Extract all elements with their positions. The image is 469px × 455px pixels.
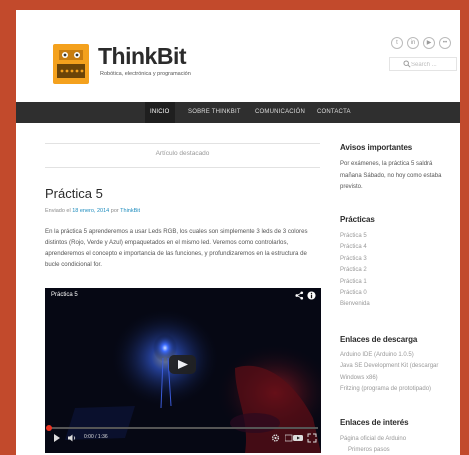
robot-logo-icon[interactable] [49,42,93,86]
play-button[interactable] [169,355,196,374]
twitter-icon[interactable]: t [391,37,403,49]
flickr-icon[interactable]: •• [439,37,451,49]
video-title[interactable]: Práctica 5 [51,292,78,298]
linkedin-icon[interactable]: in [407,37,419,49]
share-icon[interactable] [295,291,304,300]
search-input[interactable] [411,59,455,70]
settings-gear-icon[interactable] [271,433,280,443]
fullscreen-icon[interactable] [307,433,317,443]
progress-scrubber[interactable] [46,425,52,431]
youtube-logo-icon[interactable] [285,433,303,443]
search-icon[interactable] [403,60,411,68]
sidebar-item-practica-4[interactable]: Práctica 4 [340,242,370,253]
main-nav: INICIO SOBRE THINKBIT COMUNICACIÓN CONTA… [16,102,460,123]
video-time: 0:00 / 1:36 [84,434,108,440]
practicas-list: Práctica 5 Práctica 4 Práctica 3 Práctic… [340,231,370,311]
downloads-list: Arduino IDE (Arduino 1.0.5) Java SE Deve… [340,350,452,396]
site-header: ThinkBit Robótica, electrónica y program… [16,10,460,102]
post-meta-prefix: Enviado el [45,208,71,214]
sidebar-item-fritzing[interactable]: Fritzing (programa de prototipado) [340,384,452,395]
sidebar-item-practica-3[interactable]: Práctica 3 [340,254,370,265]
sidebar-heading-descarga: Enlaces de descarga [340,335,418,344]
post-title[interactable]: Práctica 5 [45,186,103,201]
page: ThinkBit Robótica, electrónica y program… [16,10,460,455]
sidebar-item-primeros-pasos[interactable]: Primeros pasos [340,445,406,455]
search-box [389,57,457,71]
sidebar-notice-text: Por exámenes, la práctica 5 saldrá mañan… [340,161,442,190]
divider [45,167,320,168]
nav-item-comunicacion[interactable]: COMUNICACIÓN [250,102,310,123]
info-icon[interactable] [307,291,316,300]
volume-icon[interactable] [67,433,77,443]
site-title[interactable]: ThinkBit [98,43,187,70]
sidebar-item-bienvenida[interactable]: Bienvenida [340,299,370,310]
post-meta-by: por [110,208,119,214]
post-date-link[interactable]: 18 enero, 2014 [72,208,109,214]
divider [45,143,320,144]
sidebar-item-practica-5[interactable]: Práctica 5 [340,231,370,242]
youtube-icon[interactable]: ▶ [423,37,435,49]
featured-label: Artículo destacado [155,150,210,157]
sidebar-heading-avisos: Avisos importantes [340,143,413,152]
video-player[interactable]: Práctica 5 0:00 / 1:36 [45,288,321,453]
sidebar-item-java-se[interactable]: Java SE Development Kit (descargar Windo… [340,361,452,384]
interest-list: Página oficial de Arduino Primeros pasos [340,434,406,455]
video-progress-bar[interactable] [48,427,318,429]
sidebar-item-arduino-ide[interactable]: Arduino IDE (Arduino 1.0.5) [340,350,452,361]
site-tagline: Robótica, electrónica y programación [100,71,191,77]
sidebar-item-arduino-oficial[interactable]: Página oficial de Arduino [340,434,406,445]
post-author-link[interactable]: ThinkBit [120,208,140,214]
post-body: En la práctica 5 aprenderemos a usar Led… [45,228,308,268]
post-meta: Enviado el 18 enero, 2014 por ThinkBit [45,208,140,214]
nav-item-contacta[interactable]: CONTACTA [312,102,356,123]
nav-item-inicio[interactable]: INICIO [145,102,175,123]
play-icon [178,360,188,369]
nav-item-sobre-thinkbit[interactable]: SOBRE THINKBIT [183,102,246,123]
play-small-icon[interactable] [53,433,61,443]
sidebar-heading-practicas: Prácticas [340,215,375,224]
sidebar-heading-interes: Enlaces de interés [340,418,409,427]
sidebar-item-practica-0[interactable]: Práctica 0 [340,288,370,299]
sidebar-item-practica-2[interactable]: Práctica 2 [340,265,370,276]
sidebar-item-practica-1[interactable]: Práctica 1 [340,277,370,288]
